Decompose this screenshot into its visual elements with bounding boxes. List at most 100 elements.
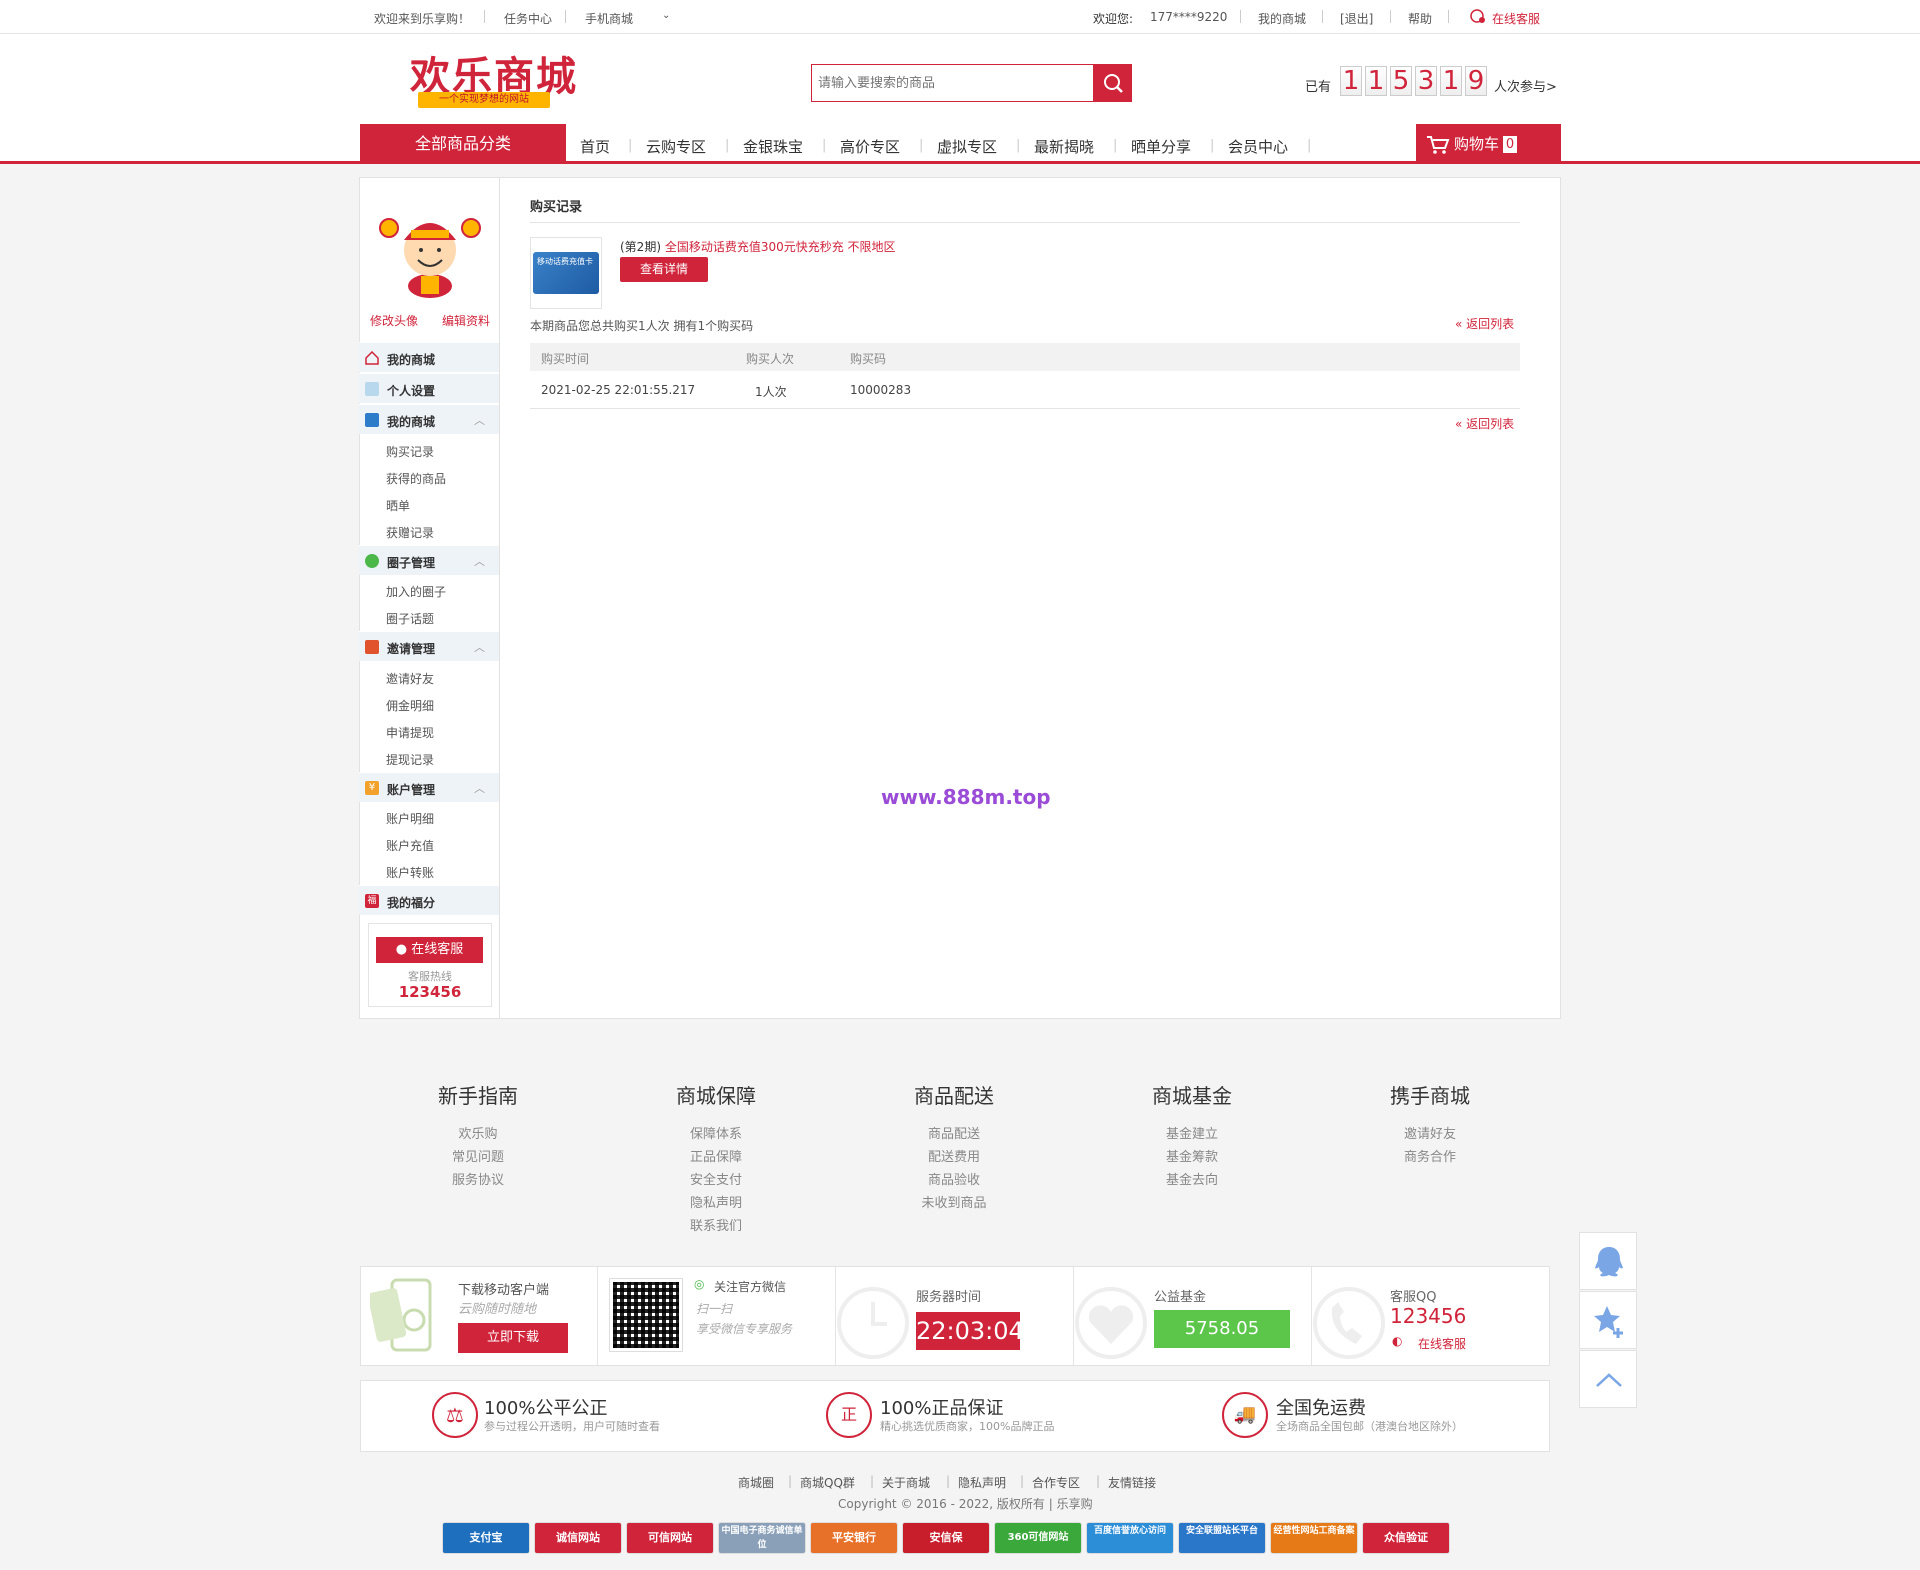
- headset-icon: [1469, 7, 1487, 28]
- sidebar-item-withdraw-records[interactable]: 提现记录: [386, 751, 434, 768]
- hotline-number: 123456: [398, 983, 462, 1001]
- badge-pingan[interactable]: 平安银行: [810, 1522, 898, 1554]
- nav-item-cloud[interactable]: 云购专区: [646, 136, 706, 157]
- badge-baidu[interactable]: 百度信誉放心访问: [1086, 1522, 1174, 1554]
- sidebar-item-account-recharge[interactable]: 账户充值: [386, 837, 434, 854]
- footer-link[interactable]: 配送费用: [854, 1146, 1054, 1169]
- product-name-link[interactable]: 全国移动话费充值300元快充秒充 不限地区: [665, 240, 896, 254]
- footer-link[interactable]: 商品配送: [854, 1123, 1054, 1146]
- username-link[interactable]: 177****9220: [1150, 10, 1227, 24]
- product-image[interactable]: 移动话费充值卡: [530, 237, 602, 309]
- logout-link[interactable]: [退出]: [1340, 10, 1373, 27]
- sidebar-item-circle-topics[interactable]: 圈子话题: [386, 610, 434, 627]
- nav-item-premium[interactable]: 高价专区: [840, 136, 900, 157]
- download-button[interactable]: 立即下载: [458, 1323, 568, 1353]
- footer-link[interactable]: 邀请好友: [1330, 1123, 1530, 1146]
- sidebar-group-circles[interactable]: 圈子管理 ︿: [359, 545, 499, 575]
- sidebar-item-purchase-records[interactable]: 购买记录: [386, 443, 434, 460]
- footer-link[interactable]: 安全支付: [616, 1169, 816, 1192]
- badge-zhongxin[interactable]: 众信验证: [1362, 1522, 1450, 1554]
- search-button[interactable]: [1094, 64, 1132, 102]
- download-subtitle: 云购随时随地: [458, 1302, 537, 1317]
- float-back-to-top-button[interactable]: [1579, 1350, 1637, 1408]
- chevron-up-icon[interactable]: ︿: [474, 553, 485, 569]
- sidebar-item-joined-circles[interactable]: 加入的圈子: [386, 583, 446, 600]
- badge-anxinbao[interactable]: 安信保: [902, 1522, 990, 1554]
- badge-business-record[interactable]: 经营性网站工商备案: [1270, 1522, 1358, 1554]
- footer-link[interactable]: 保障体系: [616, 1123, 816, 1146]
- sidebar-item-personal-settings[interactable]: 个人设置: [359, 373, 499, 403]
- sidebar-item-account-transfer[interactable]: 账户转账: [386, 864, 434, 881]
- avatar[interactable]: [371, 200, 489, 300]
- nav-item-jewelry[interactable]: 金银珠宝: [743, 136, 803, 157]
- chevron-down-icon[interactable]: ⌄: [662, 10, 670, 21]
- help-link[interactable]: 帮助: [1408, 10, 1432, 27]
- all-categories-button[interactable]: 全部商品分类: [360, 124, 566, 164]
- bottom-link[interactable]: 关于商城: [882, 1474, 930, 1491]
- truck-icon: 🚚: [1222, 1392, 1268, 1438]
- nav-item-member[interactable]: 会员中心: [1228, 136, 1288, 157]
- back-to-list-link[interactable]: « 返回列表: [1455, 415, 1514, 432]
- badge-security-alliance[interactable]: 安全联盟站长平台: [1178, 1522, 1266, 1554]
- sidebar-item-share-orders[interactable]: 晒单: [386, 497, 410, 514]
- sidebar-item-my-points[interactable]: 福 我的福分: [359, 885, 499, 915]
- badge-trusted-site[interactable]: 可信网站: [626, 1522, 714, 1554]
- footer-link[interactable]: 隐私声明: [616, 1192, 816, 1215]
- badge-360[interactable]: 360可信网站: [994, 1522, 1082, 1554]
- footer-link[interactable]: 基金建立: [1092, 1123, 1292, 1146]
- footer-link[interactable]: 商品验收: [854, 1169, 1054, 1192]
- edit-avatar-link[interactable]: 修改头像: [370, 312, 418, 329]
- bottom-link[interactable]: 商城圈: [738, 1474, 774, 1491]
- footer-link[interactable]: 常见问题: [378, 1146, 578, 1169]
- back-to-list-link[interactable]: « 返回列表: [1455, 315, 1514, 332]
- sidebar-item-my-mall[interactable]: 我的商城: [359, 342, 499, 372]
- nav-item-virtual[interactable]: 虚拟专区: [937, 136, 997, 157]
- bottom-link[interactable]: 合作专区: [1032, 1474, 1080, 1491]
- chevron-up-icon[interactable]: ︿: [474, 639, 485, 655]
- online-service-button[interactable]: ● 在线客服: [376, 937, 483, 963]
- float-qq-button[interactable]: [1579, 1232, 1637, 1290]
- sidebar-group-my-mall[interactable]: 我的商城 ︿: [359, 404, 499, 434]
- footer-link[interactable]: 正品保障: [616, 1146, 816, 1169]
- search-input[interactable]: [812, 65, 1082, 101]
- chevron-up-icon[interactable]: ︿: [474, 412, 485, 428]
- sidebar-group-invites[interactable]: 邀请管理 ︿: [359, 631, 499, 661]
- my-mall-link[interactable]: 我的商城: [1258, 10, 1306, 27]
- footer-link[interactable]: 基金去向: [1092, 1169, 1292, 1192]
- edit-profile-link[interactable]: 编辑资料: [442, 312, 490, 329]
- sidebar-item-won-products[interactable]: 获得的商品: [386, 470, 446, 487]
- online-service-link[interactable]: 在线客服: [1492, 10, 1540, 27]
- footer-link[interactable]: 欢乐购: [378, 1123, 578, 1146]
- participants-link[interactable]: 人次参与>: [1494, 76, 1557, 95]
- sidebar-item-account-details[interactable]: 账户明细: [386, 810, 434, 827]
- bottom-link[interactable]: 隐私声明: [958, 1474, 1006, 1491]
- sidebar-item-invite-friends[interactable]: 邀请好友: [386, 670, 434, 687]
- badge-credit-site[interactable]: 诚信网站: [534, 1522, 622, 1554]
- footer-link[interactable]: 未收到商品: [854, 1192, 1054, 1215]
- cart-button[interactable]: 购物车 0: [1416, 124, 1561, 164]
- bottom-link[interactable]: 友情链接: [1108, 1474, 1156, 1491]
- footer-link[interactable]: 服务协议: [378, 1169, 578, 1192]
- sidebar-item-withdraw-request[interactable]: 申请提现: [386, 724, 434, 741]
- footer-link[interactable]: 联系我们: [616, 1215, 816, 1238]
- mobile-mall-link[interactable]: 手机商城: [585, 10, 633, 27]
- qq-online-service-link[interactable]: 在线客服: [1418, 1335, 1466, 1352]
- footer-link[interactable]: 基金筹款: [1092, 1146, 1292, 1169]
- cart-count: 0: [1503, 136, 1518, 153]
- sidebar-group-account[interactable]: ¥ 账户管理 ︿: [359, 772, 499, 802]
- sidebar-item-gift-records[interactable]: 获赠记录: [386, 524, 434, 541]
- sidebar-item-commission[interactable]: 佣金明细: [386, 697, 434, 714]
- footer-link[interactable]: 商务合作: [1330, 1146, 1530, 1169]
- chevron-up-icon[interactable]: ︿: [474, 780, 485, 796]
- task-center-link[interactable]: 任务中心: [504, 10, 552, 27]
- badge-alipay[interactable]: 支付宝: [442, 1522, 530, 1554]
- float-favorite-button[interactable]: [1579, 1291, 1637, 1349]
- service-btn-label: 在线客服: [411, 942, 464, 957]
- nav-item-latest[interactable]: 最新揭晓: [1034, 136, 1094, 157]
- badge-ecommerce[interactable]: 中国电子商务诚信单位: [718, 1522, 806, 1554]
- view-details-button[interactable]: 查看详情: [620, 257, 708, 282]
- counter-digit: 1: [1340, 66, 1362, 96]
- nav-item-share[interactable]: 晒单分享: [1131, 136, 1191, 157]
- bottom-link[interactable]: 商城QQ群: [800, 1474, 855, 1491]
- nav-item-home[interactable]: 首页: [580, 136, 610, 157]
